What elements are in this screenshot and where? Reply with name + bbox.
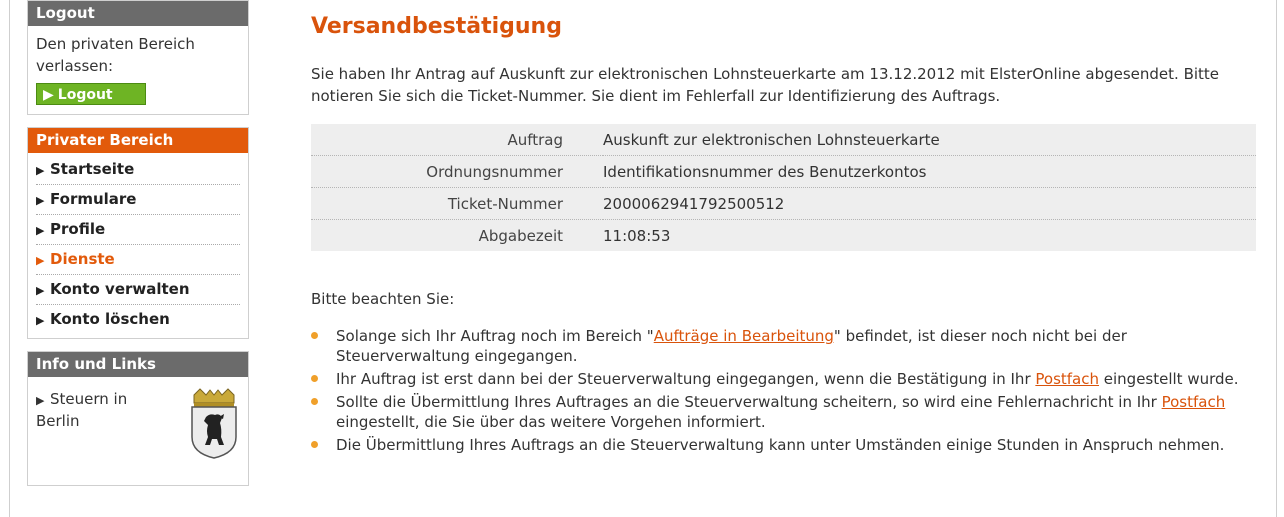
note-text: Ihr Auftrag ist erst dann bei der Steuer… bbox=[336, 370, 1036, 388]
private-area-nav: ▶ Startseite ▶ Formulare ▶ Profile ▶ Dienste… bbox=[28, 153, 248, 338]
main-content: Versandbestätigung Sie haben Ihr Antrag … bbox=[311, 0, 1261, 458]
bullet-icon bbox=[311, 332, 318, 339]
link-steuern-in-berlin[interactable]: ▶ Steuern in Berlin bbox=[36, 389, 146, 432]
bullet-icon bbox=[311, 375, 318, 382]
private-area-box: Privater Bereich ▶ Startseite ▶ Formulare … bbox=[27, 127, 249, 339]
details-table: Auftrag Auskunft zur elektronischen Lohn… bbox=[311, 124, 1256, 251]
nav-item-startseite[interactable]: ▶ Startseite bbox=[36, 155, 240, 185]
chevron-right-icon: ▶ bbox=[36, 254, 45, 267]
intro-text: Sie haben Ihr Antrag auf Auskunft zur el… bbox=[311, 65, 1220, 105]
nav-item-konto-verwalten[interactable]: ▶ Konto verwalten bbox=[36, 275, 240, 305]
table-row: Auftrag Auskunft zur elektronischen Lohn… bbox=[311, 124, 1256, 156]
nav-item-label: Konto löschen bbox=[50, 310, 170, 328]
nav-item-label: Startseite bbox=[50, 160, 135, 178]
note-text: Solange sich Ihr Auftrag noch im Bereich… bbox=[336, 327, 654, 345]
link-postfach[interactable]: Postfach bbox=[1162, 393, 1226, 411]
chevron-right-icon: ▶ bbox=[36, 224, 45, 237]
nav-item-dienste[interactable]: ▶ Dienste bbox=[36, 245, 240, 275]
link-auftraege-in-bearbeitung[interactable]: Aufträge in Bearbeitung bbox=[654, 327, 834, 345]
nav-item-konto-loeschen[interactable]: ▶ Konto löschen bbox=[36, 305, 240, 334]
detail-key: Ticket-Nummer bbox=[311, 187, 603, 220]
chevron-right-icon: ▶ bbox=[36, 284, 45, 297]
detail-value: 2000062941792500512 bbox=[603, 187, 1256, 220]
table-row: Abgabezeit 11:08:53 bbox=[311, 220, 1256, 252]
info-links-box: Info und Links ▶ Steuern in Berlin bbox=[27, 351, 249, 486]
nav-item-profile[interactable]: ▶ Profile bbox=[36, 215, 240, 245]
info-links-header: Info und Links bbox=[28, 352, 248, 377]
logout-box: Logout Den privaten Bereich verlassen: ▶… bbox=[27, 0, 249, 115]
detail-key: Abgabezeit bbox=[478, 226, 563, 245]
logout-button[interactable]: ▶ Logout bbox=[36, 83, 146, 105]
note-text: eingestellt wurde. bbox=[1099, 370, 1239, 388]
sidebar: Logout Den privaten Bereich verlassen: ▶… bbox=[27, 0, 249, 498]
list-item: Solange sich Ihr Auftrag noch im Bereich… bbox=[311, 326, 1261, 366]
note-text: eingestellt, die Sie über das weitere Vo… bbox=[336, 413, 766, 431]
detail-key: Auftrag bbox=[311, 124, 603, 156]
chevron-right-icon: ▶ bbox=[36, 194, 45, 207]
nav-item-label: Dienste bbox=[50, 250, 115, 268]
note-text: Die Übermittlung Ihres Auftrags an die S… bbox=[336, 436, 1225, 454]
bullet-icon bbox=[311, 441, 318, 448]
play-arrow-icon: ▶ bbox=[43, 87, 54, 103]
notes-header: Bitte beachten Sie: bbox=[311, 290, 455, 308]
detail-value: Auskunft zur elektronischen Lohnsteuerka… bbox=[603, 124, 1256, 156]
list-item: Ihr Auftrag ist erst dann bei der Steuer… bbox=[311, 369, 1261, 389]
right-divider bbox=[1276, 0, 1277, 517]
nav-item-formulare[interactable]: ▶ Formulare bbox=[36, 185, 240, 215]
list-item: Die Übermittlung Ihres Auftrags an die S… bbox=[311, 435, 1261, 455]
logout-header: Logout bbox=[28, 1, 248, 26]
nav-item-label: Formulare bbox=[50, 190, 137, 208]
nav-item-label: Konto verwalten bbox=[50, 280, 190, 298]
notes-list: Solange sich Ihr Auftrag noch im Bereich… bbox=[311, 326, 1261, 455]
logout-text: Den privaten Bereich verlassen: bbox=[36, 35, 195, 75]
chevron-right-icon: ▶ bbox=[36, 394, 45, 407]
left-divider bbox=[9, 0, 10, 517]
detail-value: 11:08:53 bbox=[603, 226, 671, 245]
chevron-right-icon: ▶ bbox=[36, 314, 45, 327]
table-row: Ordnungsnummer Identifikationsnummer des… bbox=[311, 155, 1256, 188]
bullet-icon bbox=[311, 398, 318, 405]
table-row: Ticket-Nummer 2000062941792500512 bbox=[311, 187, 1256, 220]
detail-key: Ordnungsnummer bbox=[311, 155, 603, 188]
chevron-right-icon: ▶ bbox=[36, 164, 45, 177]
nav-item-label: Profile bbox=[50, 220, 106, 238]
detail-value: Identifikationsnummer des Benutzerkontos bbox=[603, 155, 1256, 188]
link-postfach[interactable]: Postfach bbox=[1035, 370, 1099, 388]
page-title: Versandbestätigung bbox=[311, 14, 562, 39]
list-item: Sollte die Übermittlung Ihres Auftrages … bbox=[311, 392, 1261, 432]
note-text: Sollte die Übermittlung Ihres Auftrages … bbox=[336, 393, 1162, 411]
berlin-crest-icon bbox=[191, 388, 237, 459]
logout-button-label: Logout bbox=[57, 87, 113, 103]
private-area-header: Privater Bereich bbox=[28, 128, 248, 153]
